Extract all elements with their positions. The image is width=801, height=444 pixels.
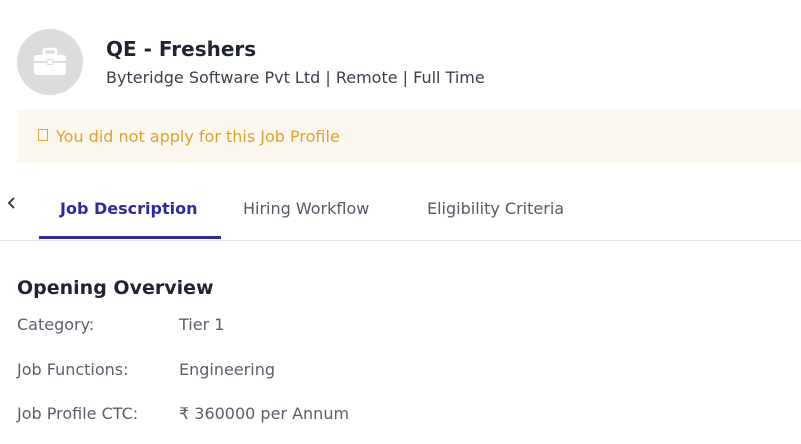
tab-eligibility-criteria[interactable]: Eligibility Criteria (427, 199, 564, 218)
row-label: Job Profile CTC: (17, 404, 139, 423)
company-logo (17, 29, 83, 95)
job-header: QE - Freshers Byteridge Software Pvt Ltd… (17, 29, 485, 95)
notice-text: You did not apply for this Job Profile (56, 126, 340, 146)
section-title: Opening Overview (17, 277, 214, 299)
active-tab-indicator (39, 236, 221, 239)
briefcase-icon (34, 47, 66, 75)
tab-bar: Job Description Hiring Workflow Eligibil… (0, 186, 801, 241)
info-icon (38, 128, 48, 141)
overview-row-ctc: Job Profile CTC: ₹ 360000 per Annum (17, 404, 349, 423)
overview-row-job-functions: Job Functions: Engineering (17, 360, 275, 379)
tab-job-description[interactable]: Job Description (60, 199, 197, 218)
row-value: Engineering (179, 360, 275, 379)
application-status-notice: You did not apply for this Job Profile (17, 109, 801, 163)
chevron-left-icon[interactable] (6, 196, 18, 210)
row-label: Job Functions: (17, 360, 129, 379)
row-value: Tier 1 (179, 315, 225, 334)
row-label: Category: (17, 315, 95, 334)
row-value: ₹ 360000 per Annum (179, 404, 350, 423)
job-subtitle: Byteridge Software Pvt Ltd | Remote | Fu… (106, 67, 485, 87)
job-title: QE - Freshers (106, 36, 257, 61)
tab-hiring-workflow[interactable]: Hiring Workflow (243, 199, 369, 218)
overview-row-category: Category: Tier 1 (17, 315, 224, 334)
